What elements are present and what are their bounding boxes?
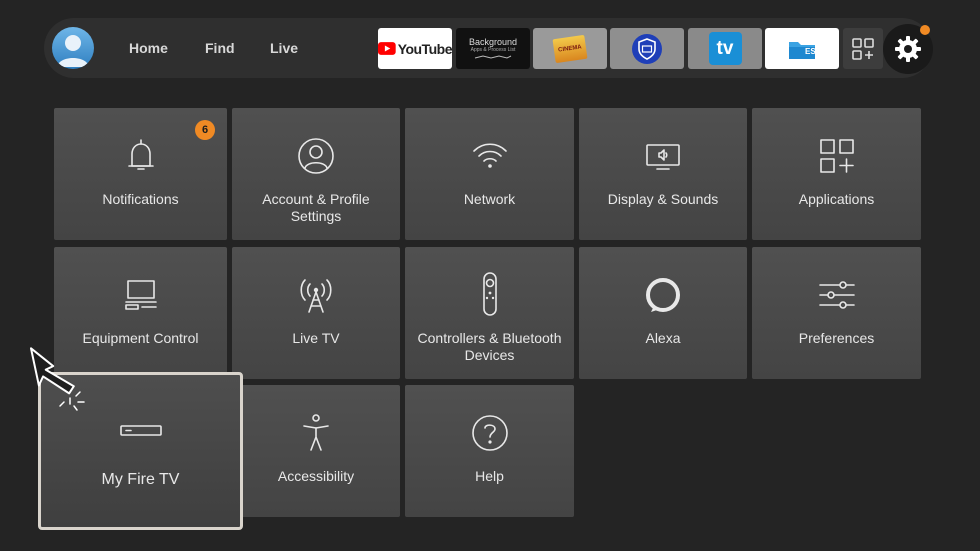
shield-tv-icon	[632, 33, 662, 64]
app-youtube[interactable]: YouTube	[378, 28, 452, 69]
tile-label: Controllers & Bluetooth Devices	[417, 330, 562, 363]
tile-label: Live TV	[292, 330, 340, 346]
app-background-apps[interactable]: Background Apps & Process List	[456, 28, 530, 69]
gear-icon	[895, 36, 921, 62]
apps-grid-icon	[819, 139, 854, 173]
background-app-graphic	[474, 55, 512, 59]
tile-label: Preferences	[798, 330, 875, 346]
sliders-icon	[818, 281, 855, 309]
profile-avatar[interactable]	[52, 27, 94, 69]
help-icon	[471, 415, 508, 451]
remote-icon	[482, 272, 497, 316]
tile-label: My Fire TV	[101, 471, 180, 488]
app-cinema[interactable]: CINEMA	[533, 28, 607, 69]
youtube-label: YouTube	[397, 40, 452, 57]
nav-live[interactable]: Live	[270, 40, 298, 56]
tile-controllers-bluetooth[interactable]: Controllers & Bluetooth Devices	[405, 247, 574, 379]
tile-label: Accessibility	[277, 468, 355, 484]
tile-label: Notifications	[102, 191, 179, 207]
tile-accessibility[interactable]: Accessibility	[232, 385, 400, 517]
background-app-title: Background	[468, 37, 518, 47]
tile-notifications[interactable]: 6 Notifications	[54, 108, 227, 240]
youtube-play-icon	[378, 42, 396, 55]
tile-label: Display & Sounds	[607, 191, 719, 207]
all-apps-button[interactable]	[843, 28, 883, 69]
background-app-subtitle: Apps & Process List	[470, 47, 516, 53]
cinema-label: CINEMA	[557, 43, 583, 54]
tile-label: Applications	[798, 191, 875, 207]
display-icon	[646, 144, 680, 170]
tile-label: Network	[463, 191, 516, 207]
profile-icon	[298, 138, 334, 174]
tile-live-tv[interactable]: Live TV	[232, 247, 400, 379]
tile-label: Alexa	[645, 330, 681, 346]
equipment-icon	[124, 280, 157, 310]
app-file-explorer[interactable]: ES	[765, 28, 839, 69]
nav-find[interactable]: Find	[205, 40, 235, 56]
antenna-icon	[300, 279, 332, 313]
accessibility-icon	[303, 414, 329, 451]
alexa-icon	[646, 278, 680, 312]
tile-network[interactable]: Network	[405, 108, 574, 240]
notification-count-badge: 6	[195, 120, 215, 140]
tv-app-label: tv	[716, 37, 734, 59]
tile-display-sounds[interactable]: Display & Sounds	[579, 108, 747, 240]
apps-grid-icon	[852, 37, 874, 60]
cinema-icon: CINEMA	[552, 34, 588, 63]
tile-label: Help	[475, 468, 504, 484]
tile-account-profile-settings[interactable]: Account & Profile Settings	[232, 108, 400, 240]
app-vpn-shield[interactable]	[610, 28, 684, 69]
bell-icon	[127, 139, 154, 170]
tv-app-icon: tv	[708, 32, 742, 65]
tile-label: Account & Profile Settings	[262, 191, 370, 224]
wifi-icon	[472, 143, 507, 168]
nav-home[interactable]: Home	[129, 40, 168, 56]
settings-notification-dot	[920, 25, 930, 35]
tile-help[interactable]: Help	[405, 385, 574, 517]
tile-preferences[interactable]: Preferences	[752, 247, 921, 379]
pointer-cursor-icon	[29, 347, 85, 411]
tile-alexa[interactable]: Alexa	[579, 247, 747, 379]
fire-tv-device-icon	[119, 425, 162, 436]
file-explorer-label: ES	[805, 47, 816, 56]
app-tv[interactable]: tv	[688, 28, 762, 69]
tile-applications[interactable]: Applications	[752, 108, 921, 240]
user-avatar-icon	[57, 35, 89, 67]
